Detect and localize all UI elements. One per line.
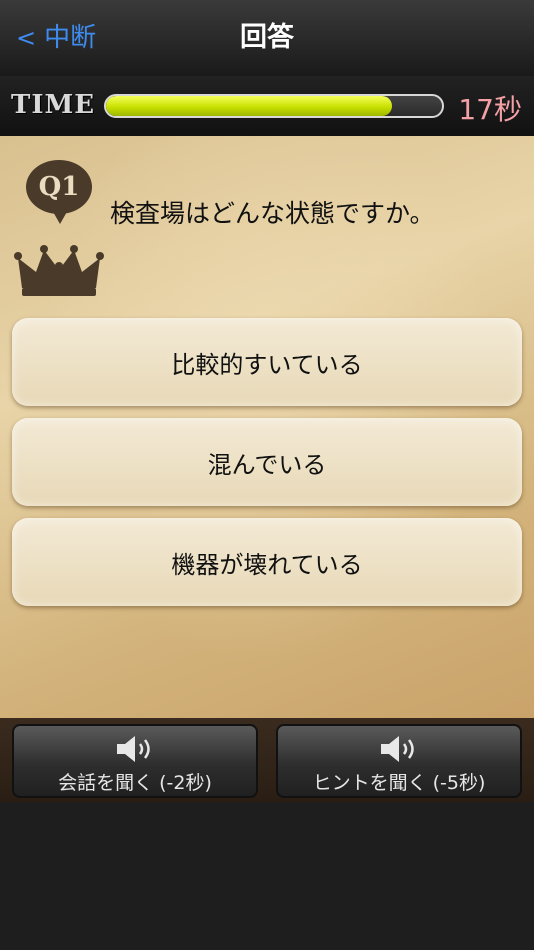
listen-conversation-button[interactable]: 会話を聞く (-2秒) (12, 724, 258, 798)
question-panel: Q1 検査場はどんな状態ですか。 比較的すいている 混んでいる 機器が壊れている (0, 136, 534, 718)
question-number-badge: Q1 (26, 160, 92, 224)
choice-button-1[interactable]: 比較的すいている (12, 318, 522, 406)
question-text: 検査場はどんな状態ですか。 (110, 199, 435, 228)
page-title: 回答 (240, 22, 294, 53)
time-progress-fill (106, 96, 392, 116)
navigation-bar: < 中断 回答 (0, 0, 534, 77)
time-progress-bar (104, 94, 444, 118)
choice-button-3[interactable]: 機器が壊れている (12, 518, 522, 606)
listen-conversation-label: 会話を聞く (-2秒) (58, 772, 212, 794)
action-bar: 会話を聞く (-2秒) ヒントを聞く (-5秒) (0, 718, 534, 802)
listen-hint-label: ヒントを聞く (-5秒) (312, 772, 486, 794)
listen-hint-button[interactable]: ヒントを聞く (-5秒) (276, 724, 522, 798)
timer-bar: TIME 17秒 (0, 76, 534, 136)
speaker-icon (117, 736, 150, 762)
time-label: TIME (11, 90, 96, 120)
time-remaining: 17秒 (458, 93, 522, 126)
speaker-icon (381, 736, 414, 762)
crown-icon (14, 245, 104, 296)
choice-button-2[interactable]: 混んでいる (12, 418, 522, 506)
